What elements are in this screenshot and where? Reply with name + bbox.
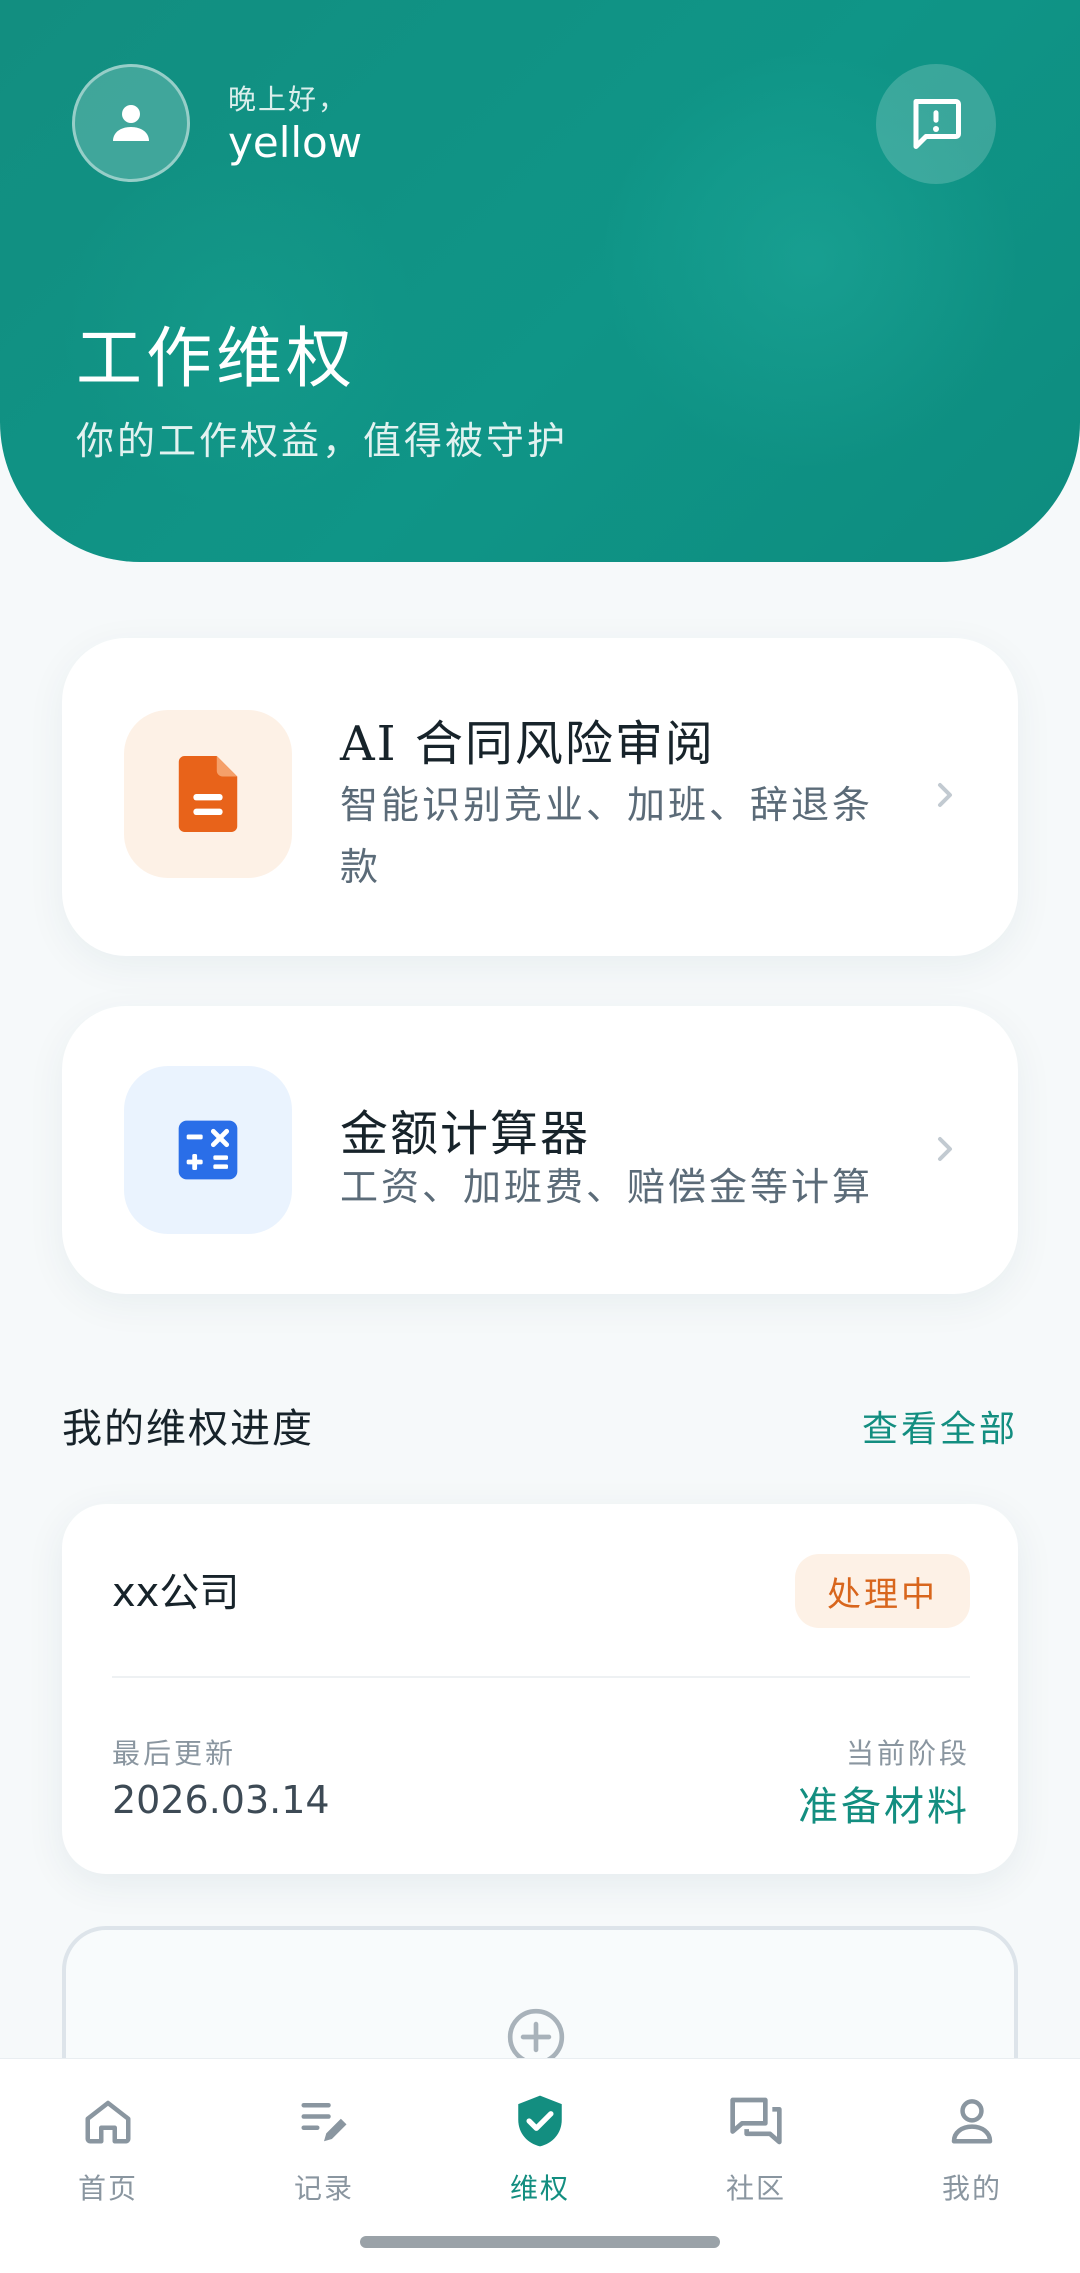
- home-icon: [85, 2100, 131, 2144]
- calculator-icon-tile: [124, 1066, 292, 1234]
- nav-item-home[interactable]: 首页: [28, 2089, 188, 2219]
- nav-label-community: 社区: [725, 2172, 786, 2205]
- status-badge: 处理中: [795, 1554, 970, 1628]
- calculator-card[interactable]: 金额计算器 工资、加班费、赔偿金等计算: [62, 1006, 1018, 1294]
- last-update-date: 2026.03.14: [112, 1778, 330, 1822]
- shield-check-icon: [518, 2095, 562, 2147]
- chevron-right-icon: [938, 1137, 952, 1161]
- nav-item-community[interactable]: 社区: [676, 2089, 836, 2219]
- current-stage: 准备材料: [798, 1784, 970, 1830]
- case-company: xx公司: [112, 1570, 240, 1616]
- page-title: 工作维权: [76, 320, 356, 397]
- contract-review-description: 智能识别竞业、加班、辞退条款: [340, 783, 874, 889]
- contract-review-card[interactable]: AI 合同风险审阅 智能识别竞业、加班、辞退条款: [62, 638, 1018, 956]
- progress-section-title: 我的维权进度: [62, 1406, 314, 1452]
- header-banner: 晚上好， yellow 工作维权 你的工作权益，值得被守护: [0, 0, 1080, 562]
- feedback-icon: [913, 99, 961, 149]
- feedback-button[interactable]: [876, 64, 996, 184]
- case-card[interactable]: xx公司 处理中 最后更新 当前阶段 2026.03.14 准备材料: [62, 1504, 1018, 1874]
- edit-list-icon: [301, 2103, 347, 2142]
- last-update-label: 最后更新: [112, 1737, 237, 1770]
- chevron-right-icon: [938, 783, 952, 807]
- person-icon: [951, 2099, 993, 2144]
- contract-icon-tile: [124, 710, 292, 878]
- nav-label-mine: 我的: [941, 2172, 1002, 2205]
- contract-review-title: AI 合同风险审阅: [340, 716, 715, 772]
- greeting-text: 晚上好，: [228, 83, 349, 116]
- chat-bubbles-icon: [730, 2097, 782, 2145]
- nav-item-rights[interactable]: 维权: [460, 2089, 620, 2219]
- person-icon: [113, 105, 149, 141]
- calculator-title: 金额计算器: [340, 1106, 591, 1162]
- calculator-description: 工资、加班费、赔偿金等计算: [340, 1165, 874, 1209]
- avatar[interactable]: [72, 64, 190, 182]
- stage-label: 当前阶段: [845, 1737, 970, 1770]
- divider: [112, 1676, 970, 1678]
- nav-label-home: 首页: [77, 2172, 138, 2205]
- view-all-link[interactable]: 查看全部: [862, 1400, 1018, 1452]
- username: yellow: [228, 118, 363, 167]
- nav-item-record[interactable]: 记录: [244, 2089, 404, 2219]
- nav-label-record: 记录: [293, 2172, 354, 2205]
- page-subtitle: 你的工作权益，值得被守护: [76, 419, 569, 463]
- nav-item-mine[interactable]: 我的: [892, 2089, 1052, 2219]
- calculator-icon: [178, 1120, 238, 1180]
- home-indicator: [360, 2236, 720, 2248]
- document-icon: [178, 756, 238, 832]
- nav-label-rights: 维权: [509, 2172, 570, 2205]
